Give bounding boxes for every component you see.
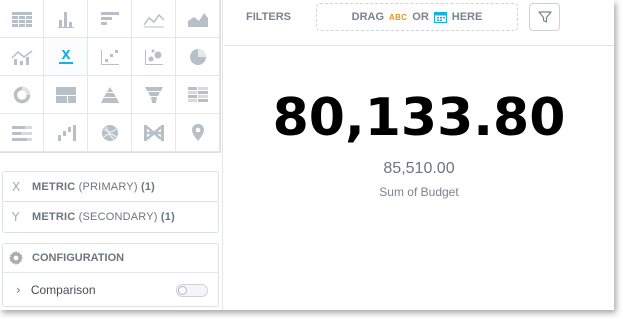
chart-type-sankey[interactable] xyxy=(132,114,176,152)
left-panel: X X METRIC (PRIMARY) (1) Y METRIC (SECON… xyxy=(0,0,223,310)
table-icon xyxy=(11,11,32,27)
geo-chart-icon xyxy=(191,123,204,141)
chart-type-bar[interactable] xyxy=(88,0,132,38)
chevron-right-icon[interactable]: › xyxy=(16,283,21,297)
bucket-title: METRIC xyxy=(32,211,76,223)
configuration-panel: CONFIGURATION › Comparison xyxy=(2,243,219,307)
gear-icon xyxy=(8,250,24,266)
filters-label: FILTERS xyxy=(246,11,292,23)
svg-text:X: X xyxy=(61,48,71,62)
bucket-count: (1) xyxy=(140,181,155,193)
configuration-title: CONFIGURATION xyxy=(32,252,125,264)
chart-type-treemap[interactable] xyxy=(44,76,88,114)
bar-chart-icon xyxy=(100,11,119,25)
treemap-icon xyxy=(55,86,76,103)
filter-bar: FILTERS DRAG ABC OR HERE xyxy=(224,0,614,46)
chart-type-geo[interactable] xyxy=(176,114,220,152)
chart-type-combo[interactable] xyxy=(0,38,44,76)
dependency-wheel-icon xyxy=(101,124,118,141)
chart-type-headline[interactable]: X xyxy=(44,38,88,76)
headline-secondary-value: 85,510.00 xyxy=(383,160,455,177)
pie-chart-icon xyxy=(189,48,206,65)
sankey-icon xyxy=(143,124,164,141)
comparison-toggle[interactable] xyxy=(176,284,208,297)
metric-primary-bucket[interactable]: X METRIC (PRIMARY) (1) xyxy=(2,171,219,203)
metric-secondary-header[interactable]: Y METRIC (SECONDARY) (1) xyxy=(3,202,218,232)
toggle-knob xyxy=(178,286,187,295)
y-axis-icon: Y xyxy=(12,210,20,224)
bubble-chart-icon xyxy=(144,49,163,65)
waterfall-chart-icon xyxy=(57,124,76,141)
comparison-label: Comparison xyxy=(30,282,96,297)
bucket-count: (1) xyxy=(160,211,175,223)
or-text: OR xyxy=(412,11,429,23)
chart-type-donut[interactable] xyxy=(0,76,44,114)
pyramid-icon xyxy=(100,86,119,103)
chart-type-heatmap[interactable] xyxy=(176,76,220,114)
bullet-chart-icon xyxy=(11,125,32,141)
chart-type-dependency-wheel[interactable] xyxy=(88,114,132,152)
headline-secondary-label: Sum of Budget xyxy=(379,185,459,199)
chart-type-waterfall[interactable] xyxy=(44,114,88,152)
metric-primary-header[interactable]: X METRIC (PRIMARY) (1) xyxy=(3,172,218,202)
calendar-icon xyxy=(433,11,447,23)
scatter-plot-icon xyxy=(100,49,119,65)
funnel-icon xyxy=(537,11,552,23)
here-text: HERE xyxy=(451,11,483,23)
drag-text: DRAG xyxy=(351,11,385,23)
chart-type-line[interactable] xyxy=(132,0,176,38)
area-chart-icon xyxy=(187,12,208,27)
funnel-chart-icon xyxy=(144,86,163,103)
bucket-subtitle: (SECONDARY) xyxy=(78,211,158,223)
line-chart-icon xyxy=(142,13,165,27)
combo-chart-icon xyxy=(10,49,32,65)
chart-type-table[interactable] xyxy=(0,0,44,38)
configuration-header[interactable]: CONFIGURATION xyxy=(3,244,218,273)
chart-type-bubble[interactable] xyxy=(132,38,176,76)
x-axis-icon: X xyxy=(12,180,21,194)
chart-type-bullet[interactable] xyxy=(0,114,44,152)
heatmap-icon xyxy=(187,86,208,102)
filter-drop-zone[interactable]: DRAG ABC OR HERE xyxy=(316,3,518,31)
chart-type-funnel[interactable] xyxy=(132,76,176,114)
bucket-subtitle: (PRIMARY) xyxy=(78,181,138,193)
chart-type-area[interactable] xyxy=(176,0,220,38)
bucket-title: METRIC xyxy=(32,181,76,193)
column-chart-icon xyxy=(57,11,74,28)
chart-type-column[interactable] xyxy=(44,0,88,38)
metric-secondary-bucket[interactable]: Y METRIC (SECONDARY) (1) xyxy=(2,201,219,233)
donut-chart-icon xyxy=(13,86,30,103)
attribute-abc-icon: ABC xyxy=(389,12,408,22)
headline-primary-value: 80,133.80 xyxy=(272,88,566,148)
filter-button[interactable] xyxy=(529,3,560,31)
comparison-row[interactable]: › Comparison xyxy=(3,273,218,306)
chart-type-scatter[interactable] xyxy=(88,38,132,76)
chart-type-picker: X xyxy=(0,0,221,153)
chart-type-pie[interactable] xyxy=(176,38,220,76)
chart-type-pyramid[interactable] xyxy=(88,76,132,114)
headline-icon: X xyxy=(58,48,73,64)
app-window: X X METRIC (PRIMARY) (1) Y METRIC (SECON… xyxy=(0,0,614,310)
